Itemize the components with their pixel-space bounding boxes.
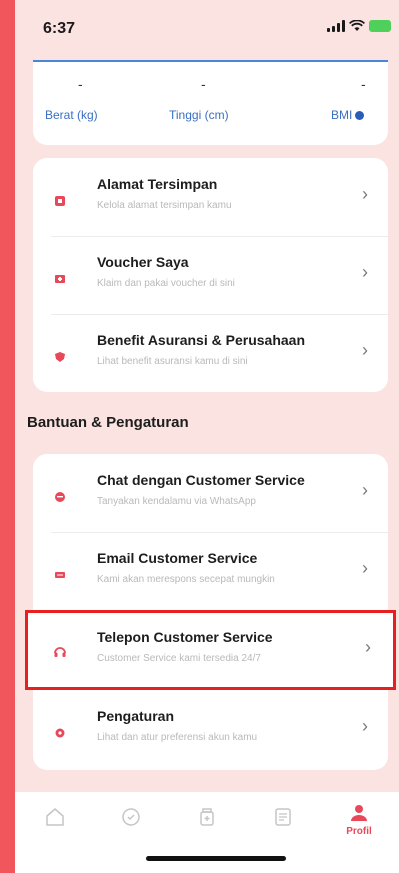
nav-profile[interactable]: Profil xyxy=(339,802,379,842)
menu-item-alamat[interactable]: Alamat Tersimpan Kelola alamat tersimpan… xyxy=(33,158,388,236)
status-time: 6:37 xyxy=(43,20,76,37)
menu-item-title: Benefit Asuransi & Perusahaan xyxy=(97,332,305,348)
health-chat-icon xyxy=(122,808,140,826)
menu-item-title: Alamat Tersimpan xyxy=(97,176,218,192)
voucher-icon xyxy=(53,272,67,286)
records-icon xyxy=(275,808,291,826)
bmi-value: - xyxy=(361,76,366,92)
profile-screen: 6:37 - - - Berat (kg) Tinggi (cm) BMI Al… xyxy=(15,0,399,873)
nav-home[interactable] xyxy=(35,806,75,846)
bmi-label: BMI xyxy=(331,108,353,122)
menu-item-title: Email Customer Service xyxy=(97,550,258,566)
nav-medicine[interactable] xyxy=(187,806,227,846)
headset-icon xyxy=(53,645,67,664)
menu-item-chat-cs[interactable]: Chat dengan Customer Service Tanyakan ke… xyxy=(33,454,388,532)
menu-item-voucher[interactable]: Voucher Saya Klaim dan pakai voucher di … xyxy=(33,236,388,314)
menu-item-subtitle: Tanyakan kendalamu via WhatsApp xyxy=(97,496,256,507)
bottom-navigation: Profil xyxy=(15,792,399,873)
menu-item-subtitle: Customer Service kami tersedia 24/7 xyxy=(97,653,261,664)
status-icons xyxy=(327,20,391,32)
profile-icon xyxy=(351,805,367,821)
nav-records[interactable] xyxy=(263,806,303,846)
chevron-right-icon: › xyxy=(362,480,368,500)
menu-item-subtitle: Kami akan merespons secepat mungkin xyxy=(97,574,275,585)
menu-item-subtitle: Lihat benefit asuransi kamu di sini xyxy=(97,356,248,367)
menu-item-title: Voucher Saya xyxy=(97,254,189,270)
bmi-label-wrap[interactable]: BMI xyxy=(331,108,365,122)
height-value: - xyxy=(201,76,206,92)
weight-label: Berat (kg) xyxy=(45,108,98,122)
home-icon xyxy=(46,808,64,826)
home-indicator[interactable] xyxy=(146,856,286,861)
menu-item-title: Telepon Customer Service xyxy=(97,629,273,645)
menu-item-title: Chat dengan Customer Service xyxy=(97,472,305,488)
body-metrics-card: - - - Berat (kg) Tinggi (cm) BMI xyxy=(33,60,388,145)
shield-icon xyxy=(53,350,67,364)
menu-item-telepon-cs[interactable]: Telepon Customer Service Customer Servic… xyxy=(25,610,396,690)
status-bar: 6:37 xyxy=(15,0,399,52)
menu-item-title: Pengaturan xyxy=(97,708,175,724)
account-menu-card: Alamat Tersimpan Kelola alamat tersimpan… xyxy=(33,158,388,392)
nav-health-chat[interactable] xyxy=(111,806,151,846)
email-icon xyxy=(53,568,67,582)
info-icon[interactable] xyxy=(355,111,365,121)
chevron-right-icon: › xyxy=(365,637,371,657)
menu-item-subtitle: Klaim dan pakai voucher di sini xyxy=(97,278,235,289)
height-label: Tinggi (cm) xyxy=(169,108,229,122)
chevron-right-icon: › xyxy=(362,340,368,360)
medicine-icon xyxy=(200,808,214,826)
gear-icon xyxy=(53,726,67,740)
menu-item-email-cs[interactable]: Email Customer Service Kami akan merespo… xyxy=(33,532,388,610)
chevron-right-icon: › xyxy=(362,184,368,204)
battery-icon xyxy=(369,20,391,32)
chevron-right-icon: › xyxy=(362,716,368,736)
menu-item-pengaturan[interactable]: Pengaturan Lihat dan atur preferensi aku… xyxy=(33,690,388,768)
menu-item-benefit[interactable]: Benefit Asuransi & Perusahaan Lihat bene… xyxy=(33,314,388,392)
wifi-icon xyxy=(349,20,365,31)
section-title: Bantuan & Pengaturan xyxy=(27,414,189,431)
signal-icon xyxy=(327,20,345,32)
nav-profile-label: Profil xyxy=(346,826,372,837)
menu-item-subtitle: Lihat dan atur preferensi akun kamu xyxy=(97,732,258,743)
chevron-right-icon: › xyxy=(362,558,368,578)
weight-value: - xyxy=(78,76,83,92)
chevron-right-icon: › xyxy=(362,262,368,282)
location-icon xyxy=(53,194,67,208)
menu-item-subtitle: Kelola alamat tersimpan kamu xyxy=(97,200,232,211)
chat-icon xyxy=(53,490,67,504)
